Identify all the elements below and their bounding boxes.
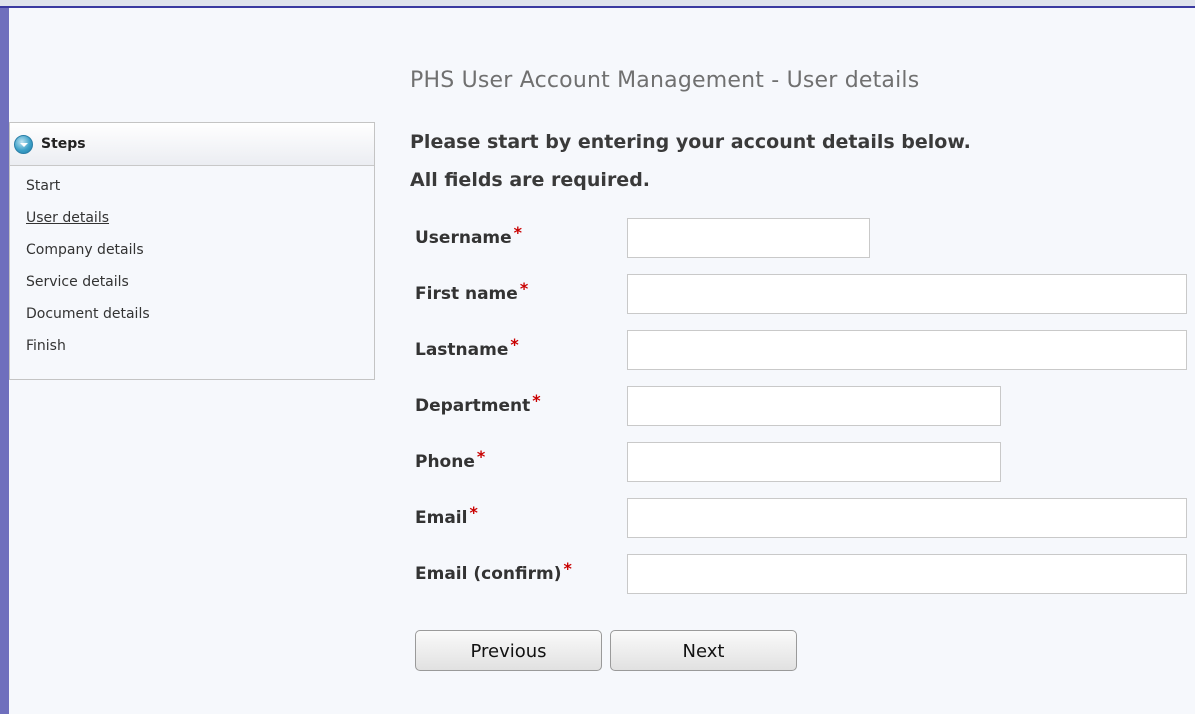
previous-button[interactable]: Previous bbox=[415, 630, 602, 671]
step-label: Company details bbox=[26, 242, 144, 258]
intro-text: Please start by entering your account de… bbox=[410, 123, 971, 199]
step-label: Finish bbox=[26, 338, 66, 354]
first-name-label: First name * bbox=[415, 279, 529, 304]
phone-input[interactable] bbox=[627, 442, 1001, 482]
page-content: Steps Start User details Company details… bbox=[9, 8, 1195, 714]
step-label: Start bbox=[26, 178, 61, 194]
intro-line-1: Please start by entering your account de… bbox=[410, 131, 971, 153]
steps-header[interactable]: Steps bbox=[10, 123, 374, 166]
page-title: PHS User Account Management - User detai… bbox=[410, 68, 920, 93]
department-label: Department * bbox=[415, 391, 541, 416]
email-confirm-label: Email (confirm) * bbox=[415, 559, 572, 584]
browser-frame: Steps Start User details Company details… bbox=[0, 0, 1195, 714]
intro-line-2: All fields are required. bbox=[410, 169, 651, 191]
lastname-label: Lastname * bbox=[415, 335, 519, 360]
step-link-user-details[interactable]: User details bbox=[26, 210, 109, 226]
department-input[interactable] bbox=[627, 386, 1001, 426]
phone-label: Phone * bbox=[415, 447, 486, 472]
steps-panel: Steps Start User details Company details… bbox=[9, 122, 375, 380]
required-marker: * bbox=[563, 559, 572, 578]
step-company-details: Company details bbox=[26, 240, 374, 272]
required-marker: * bbox=[532, 391, 541, 410]
steps-list: Start User details Company details Servi… bbox=[10, 166, 374, 368]
email-label: Email * bbox=[415, 503, 478, 528]
first-name-input[interactable] bbox=[627, 274, 1187, 314]
username-input[interactable] bbox=[627, 218, 870, 258]
step-label: Service details bbox=[26, 274, 129, 290]
required-marker: * bbox=[476, 447, 486, 466]
required-marker: * bbox=[469, 503, 478, 522]
username-label: Username * bbox=[415, 223, 523, 248]
top-border bbox=[0, 0, 1195, 8]
email-confirm-input[interactable] bbox=[627, 554, 1187, 594]
step-document-details: Document details bbox=[26, 304, 374, 336]
steps-title: Steps bbox=[41, 136, 86, 152]
step-start: Start bbox=[26, 176, 374, 208]
step-service-details: Service details bbox=[26, 272, 374, 304]
required-marker: * bbox=[510, 335, 519, 354]
required-marker: * bbox=[519, 279, 529, 298]
step-label: Document details bbox=[26, 306, 150, 322]
lastname-input[interactable] bbox=[627, 330, 1187, 370]
next-button[interactable]: Next bbox=[610, 630, 797, 671]
email-input[interactable] bbox=[627, 498, 1187, 538]
step-finish: Finish bbox=[26, 336, 374, 368]
required-marker: * bbox=[513, 223, 523, 242]
collapse-circle-icon[interactable] bbox=[14, 134, 33, 154]
step-user-details[interactable]: User details bbox=[26, 208, 374, 240]
